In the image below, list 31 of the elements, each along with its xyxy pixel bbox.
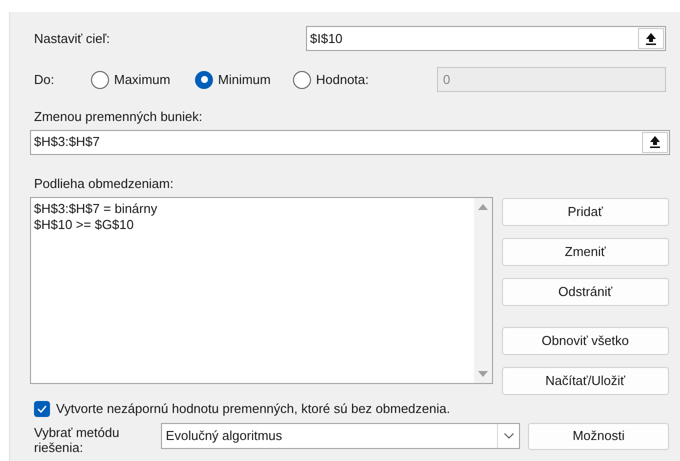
collapse-button[interactable] — [642, 132, 668, 152]
dialog-button[interactable]: Odstrániť — [502, 278, 669, 306]
radio-option[interactable]: Hodnota: — [293, 70, 437, 90]
field-label: Nastaviť cieľ: — [33, 30, 111, 48]
radio-button[interactable] — [293, 70, 311, 88]
dialog-button[interactable]: Načítať/Uložiť — [502, 367, 669, 395]
chevron-down-icon — [504, 432, 514, 438]
options-button[interactable]: Možnosti — [528, 422, 669, 450]
radio-button[interactable] — [91, 70, 109, 88]
radio-button[interactable] — [195, 70, 213, 88]
dialog-button[interactable]: Zmeniť — [502, 238, 669, 266]
reference-field[interactable]: $I$10 — [306, 26, 666, 51]
checkbox[interactable] — [34, 400, 50, 417]
reference-field[interactable]: $H$3:$H$7 — [30, 130, 670, 154]
method-dropdown[interactable]: Evolučný algoritmus — [160, 422, 520, 448]
collapse-icon — [650, 136, 660, 148]
dialog-button[interactable]: Pridať — [502, 198, 669, 226]
radio-option[interactable]: Minimum — [195, 70, 293, 90]
field-label: Zmenou premenných buniek: — [33, 108, 202, 126]
radio-option[interactable]: Maximum — [91, 70, 195, 90]
field-label: Podlieha obmedzeniam: — [33, 174, 174, 192]
field-label: Do: — [33, 70, 56, 89]
collapse-button[interactable] — [638, 28, 664, 49]
checkbox-option[interactable]: Vytvorte nezápornú hodnotu premenných, ktoré sú bez obmedzenia. — [34, 399, 450, 418]
list-item[interactable]: $H$10 >= $G$10 — [34, 217, 474, 233]
check-icon — [37, 404, 47, 413]
collapse-icon — [646, 32, 656, 44]
dialog-button[interactable]: Obnoviť všetko — [502, 327, 669, 355]
field-label: Vybrať metódu riešenia: — [33, 424, 120, 454]
list-item[interactable]: $H$3:$H$7 = binárny — [34, 201, 474, 217]
constraints-list[interactable]: $H$3:$H$7 = binárny $H$10 >= $G$10 — [30, 197, 493, 384]
